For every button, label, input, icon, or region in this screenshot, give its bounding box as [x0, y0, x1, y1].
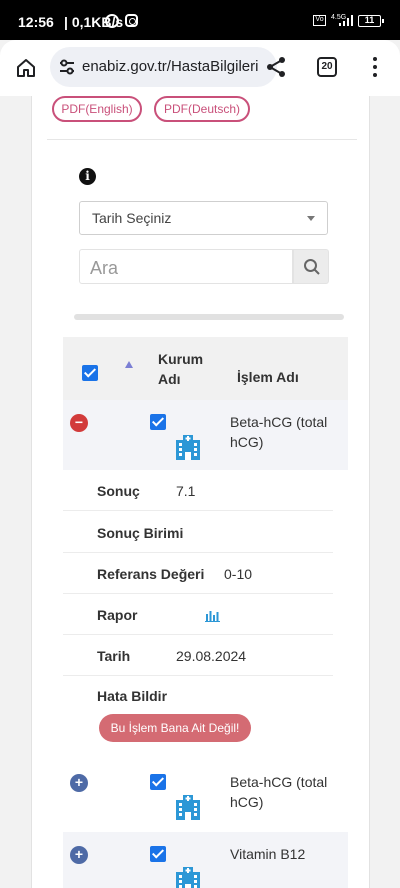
column-islem[interactable]: İşlem Adı	[237, 369, 299, 385]
site-settings-icon[interactable]	[58, 58, 76, 76]
search-button[interactable]	[293, 249, 329, 284]
signal-icon	[339, 15, 353, 26]
detail-rapor: Rapor	[63, 594, 333, 635]
row-checkbox[interactable]	[150, 846, 166, 862]
caret-down-icon	[307, 216, 315, 221]
more-menu-icon[interactable]	[372, 57, 378, 77]
collapse-icon[interactable]: −	[70, 414, 88, 432]
search-icon	[304, 259, 320, 275]
alarm-icon	[105, 14, 119, 28]
row-name: Vitamin B12	[230, 846, 306, 862]
search-input[interactable]: Ara	[79, 249, 293, 284]
table-header: Kurum Adı İşlem Adı	[63, 337, 348, 400]
divider	[47, 139, 357, 140]
detail-label: Sonuç	[97, 483, 140, 499]
select-all-checkbox[interactable]	[82, 365, 98, 381]
url-bar[interactable]: enabiz.gov.tr/HastaBilgileri	[50, 47, 277, 87]
hospital-icon	[176, 795, 200, 820]
table-row[interactable]: − Beta-hCG (total hCG)	[63, 400, 348, 470]
detail-birim: Sonuç Birimi	[63, 512, 333, 553]
error-report-label: Hata Bildir	[97, 688, 168, 704]
detail-tarih: Tarih 29.08.2024	[63, 635, 333, 676]
detail-value: 29.08.2024	[176, 648, 247, 664]
hospital-icon	[176, 435, 200, 460]
hospital-icon	[176, 867, 200, 888]
pdf-deutsch-button[interactable]: PDF(Deutsch)	[154, 96, 250, 122]
row-name: Beta-hCG (total hCG)	[230, 414, 328, 450]
date-select[interactable]: Tarih Seçiniz	[79, 201, 328, 235]
search-placeholder: Ara	[90, 258, 119, 278]
info-icon[interactable]: i	[79, 168, 96, 185]
expand-icon[interactable]: +	[70, 846, 88, 864]
detail-label: Sonuç Birimi	[97, 525, 184, 541]
page-content: PDF(English) PDF(Deutsch) i Tarih Seçini…	[0, 96, 400, 888]
horizontal-scrollbar[interactable]	[74, 314, 344, 320]
volte-icon: Vo	[313, 15, 326, 26]
expand-icon[interactable]: +	[70, 774, 88, 792]
lab-results-card: PDF(English) PDF(Deutsch) i Tarih Seçini…	[31, 96, 370, 888]
share-icon[interactable]	[264, 55, 288, 79]
status-time: 12:56	[18, 14, 54, 30]
detail-referans: Referans Değeri 0-10	[63, 553, 333, 594]
column-kurum[interactable]: Kurum Adı	[158, 349, 218, 389]
detail-label: Referans Değeri	[97, 566, 205, 582]
table-row[interactable]: + Vitamin B12	[63, 832, 348, 888]
tab-switcher-button[interactable]: 20	[317, 57, 337, 77]
detail-sonuc: Sonuç 7.1	[63, 470, 333, 511]
battery-icon: 11	[358, 15, 384, 27]
row-name: Beta-hCG (total hCG)	[230, 774, 328, 810]
row-checkbox[interactable]	[150, 414, 166, 430]
detail-value: 7.1	[176, 483, 196, 499]
pdf-english-button[interactable]: PDF(English)	[52, 96, 142, 122]
instagram-icon	[125, 14, 138, 27]
row-checkbox[interactable]	[150, 774, 166, 790]
status-bar: 12:56 | 0,1KB/s Vo 4.5G 11	[0, 0, 400, 40]
sort-asc-icon[interactable]	[125, 361, 133, 368]
detail-label: Tarih	[97, 648, 131, 664]
browser-toolbar: enabiz.gov.tr/HastaBilgileri 20	[0, 40, 400, 96]
not-mine-button[interactable]: Bu İşlem Bana Ait Değil!	[99, 714, 251, 742]
table-row[interactable]: + Beta-hCG (total hCG)	[63, 760, 348, 830]
report-chart-icon[interactable]	[205, 608, 220, 622]
detail-value: 0-10	[224, 566, 253, 582]
home-icon[interactable]	[14, 56, 38, 80]
date-select-value: Tarih Seçiniz	[92, 210, 172, 226]
detail-label: Rapor	[97, 607, 138, 623]
url-text: enabiz.gov.tr/HastaBilgileri	[82, 58, 259, 75]
